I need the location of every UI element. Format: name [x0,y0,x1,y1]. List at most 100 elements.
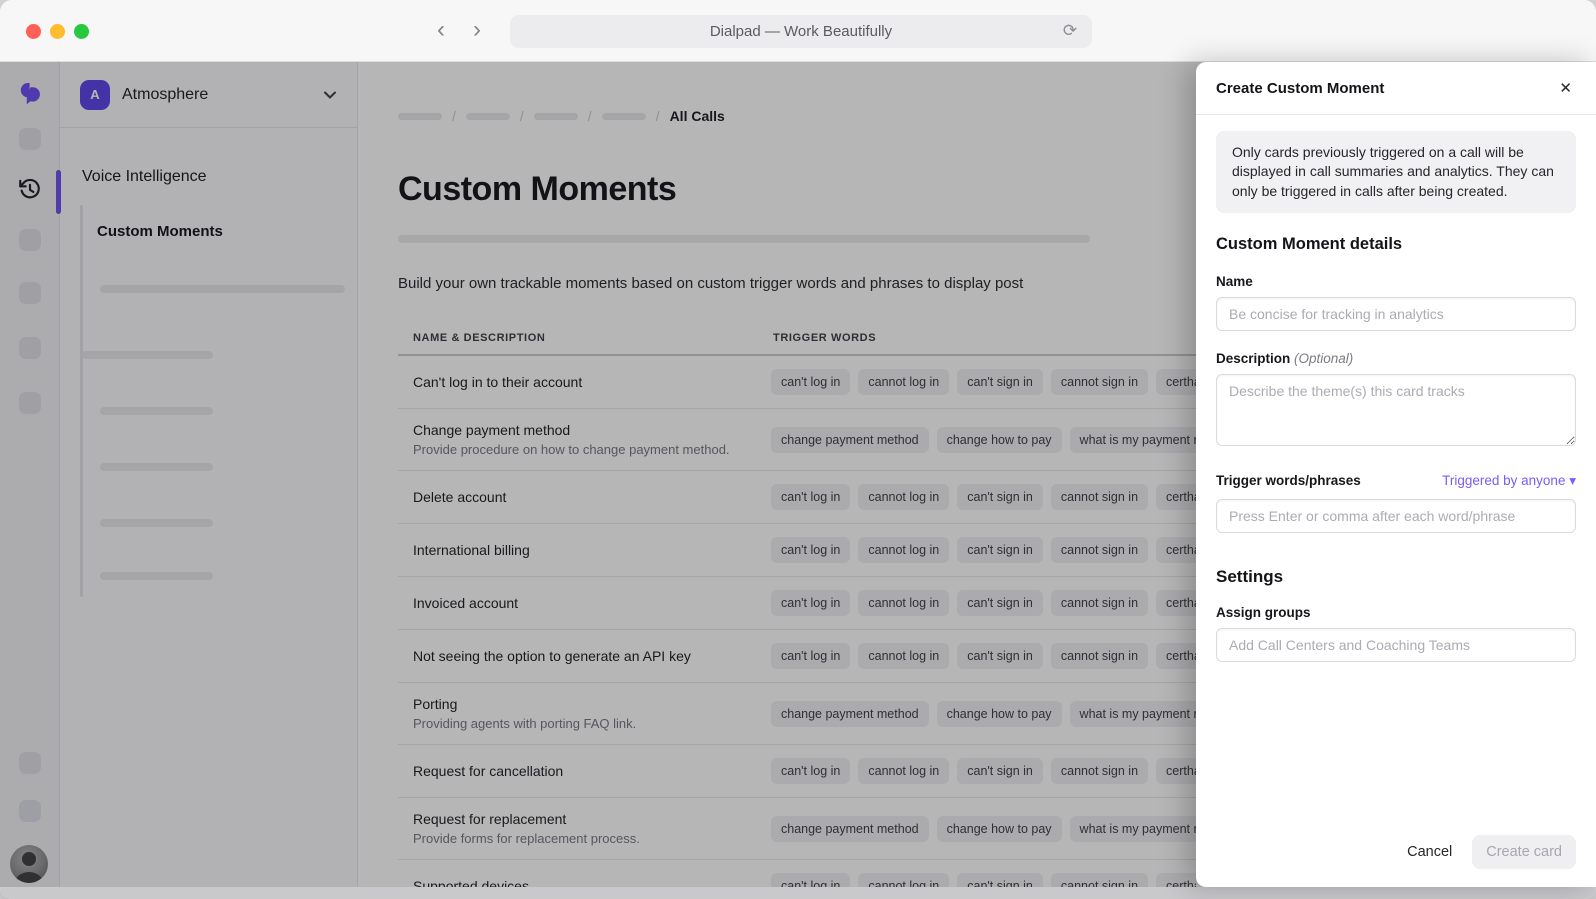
trigger-word-chip: can't sign in [957,590,1043,616]
trigger-word-chip: can't log in [771,758,850,784]
row-name-cell: Supported devices [413,878,771,887]
trigger-word-chip: can't sign in [957,484,1043,510]
table-row[interactable]: Can't log in to their account can't log … [398,356,1196,409]
sidebar-item-custom-moments[interactable]: Custom Moments [97,223,223,240]
row-name: Change payment method [413,422,751,438]
rail-placeholder-icon[interactable] [19,282,41,304]
trigger-word-chip: can't log in [771,484,850,510]
table-row[interactable]: Request for cancellation can't log in can… [398,745,1196,798]
triggered-by-dropdown[interactable]: Triggered by anyone ▾ [1442,473,1576,489]
trigger-word-chip: cannot sign in [1051,643,1148,669]
name-field[interactable] [1216,297,1576,331]
window-bottom-edge [0,887,1596,899]
trigger-word-chip: what is my payment method [1070,427,1196,453]
org-name: Atmosphere [122,86,311,104]
rail-placeholder-icon[interactable] [19,128,41,150]
address-bar[interactable]: Dialpad — Work Beautifully ⟳ [510,15,1092,48]
row-name: Supported devices [413,878,751,887]
table-row[interactable]: Delete account can't log in cannot log in… [398,471,1196,524]
trigger-word-chip: can't sign in [957,873,1043,887]
close-icon[interactable]: ✕ [1555,77,1576,99]
row-name-cell: Invoiced account [413,595,771,611]
trigger-word-chip: change payment method [771,701,929,727]
trigger-word-chip: cannot sign in [1051,758,1148,784]
caret-down-icon: ▾ [1569,473,1576,488]
breadcrumb-separator: / [520,108,524,124]
table-row[interactable]: Porting Providing agents with porting FA… [398,683,1196,745]
row-name: Not seeing the option to generate an API… [413,648,751,664]
row-name: Invoiced account [413,595,751,611]
breadcrumb-current[interactable]: All Calls [670,108,725,124]
trigger-word-chip: can't log in [771,643,850,669]
table-header: NAME & DESCRIPTION TRIGGER WORDS [398,332,1196,356]
browser-forward-button[interactable]: › [464,14,490,46]
org-switcher[interactable]: A Atmosphere [60,62,357,128]
maximize-window-button[interactable] [74,24,89,39]
settings-heading: Settings [1216,567,1576,587]
chevron-down-icon [323,88,337,102]
row-name-cell: Request for replacement Provide forms fo… [413,811,771,846]
trigger-word-chip: cannot log in [858,484,949,510]
history-icon[interactable] [17,176,43,202]
sidebar-item-voice-intelligence[interactable]: Voice Intelligence [82,168,207,186]
trigger-word-chip: certhave trouble signing [1156,758,1196,784]
column-header-trigger-words: TRIGGER WORDS [771,332,1196,344]
traffic-lights [26,24,89,39]
description-label: Description (Optional) [1216,351,1576,366]
trigger-words-field[interactable] [1216,499,1576,533]
reload-icon[interactable]: ⟳ [1058,19,1082,43]
row-name: Delete account [413,489,751,505]
row-chips: can't log incannot log incan't sign inca… [771,643,1196,669]
trigger-word-chip: certhave trouble signing [1156,873,1196,887]
row-name-cell: Request for cancellation [413,763,771,779]
sidebar-skeleton-line [100,407,213,415]
row-chips: can't log incannot log incan't sign inca… [771,537,1196,563]
close-window-button[interactable] [26,24,41,39]
page-title-text: Dialpad — Work Beautifully [710,23,892,40]
sidebar: A Atmosphere Voice Intelligence Custom M… [60,62,358,887]
table-row[interactable]: Supported devices can't log incannot log… [398,860,1196,887]
column-header-name: NAME & DESCRIPTION [413,332,771,344]
rail-placeholder-icon[interactable] [19,337,41,359]
app-shell: A Atmosphere Voice Intelligence Custom M… [0,62,1596,887]
table-row[interactable]: International billing can't log incannot… [398,524,1196,577]
row-chips: can't log incannot log incan't sign inca… [771,369,1196,395]
row-name-cell: Can't log in to their account [413,374,771,390]
row-name: Can't log in to their account [413,374,751,390]
trigger-word-chip: can't log in [771,537,850,563]
trigger-word-chip: can't log in [771,873,850,887]
row-chips: change payment methodchange how to paywh… [771,427,1196,453]
trigger-word-chip: certhave trouble signing [1156,484,1196,510]
table-row[interactable]: Request for replacement Provide forms fo… [398,798,1196,860]
trigger-word-chip: cannot log in [858,758,949,784]
trigger-word-chip: can't sign in [957,758,1043,784]
assign-groups-field[interactable] [1216,628,1576,662]
table-row[interactable]: Not seeing the option to generate an API… [398,630,1196,683]
rail-placeholder-icon[interactable] [19,392,41,414]
table-row[interactable]: Invoiced account can't log incannot log … [398,577,1196,630]
user-avatar[interactable] [10,845,48,883]
rail-placeholder-icon[interactable] [19,800,41,822]
trigger-word-chip: certhave trouble signing [1156,537,1196,563]
row-name: Request for replacement [413,811,751,827]
trigger-word-chip: cannot log in [858,590,949,616]
browser-back-button[interactable]: ‹ [428,14,454,46]
dialpad-logo-icon[interactable] [15,80,45,106]
create-card-button[interactable]: Create card [1472,835,1576,869]
row-name-cell: Change payment method Provide procedure … [413,422,771,457]
rail-placeholder-icon[interactable] [19,229,41,251]
row-name-cell: International billing [413,542,771,558]
breadcrumb-separator: / [588,108,592,124]
cancel-button[interactable]: Cancel [1395,835,1464,869]
row-name: Porting [413,696,751,712]
table-row[interactable]: Change payment method Provide procedure … [398,409,1196,471]
name-label: Name [1216,274,1576,289]
minimize-window-button[interactable] [50,24,65,39]
trigger-word-chip: cannot sign in [1051,537,1148,563]
breadcrumb-skeleton [534,113,578,120]
sidebar-skeleton-line [100,463,213,471]
trigger-word-chip: cannot sign in [1051,484,1148,510]
trigger-words-label: Trigger words/phrases [1216,473,1361,488]
rail-placeholder-icon[interactable] [19,752,41,774]
description-field[interactable] [1216,374,1576,446]
